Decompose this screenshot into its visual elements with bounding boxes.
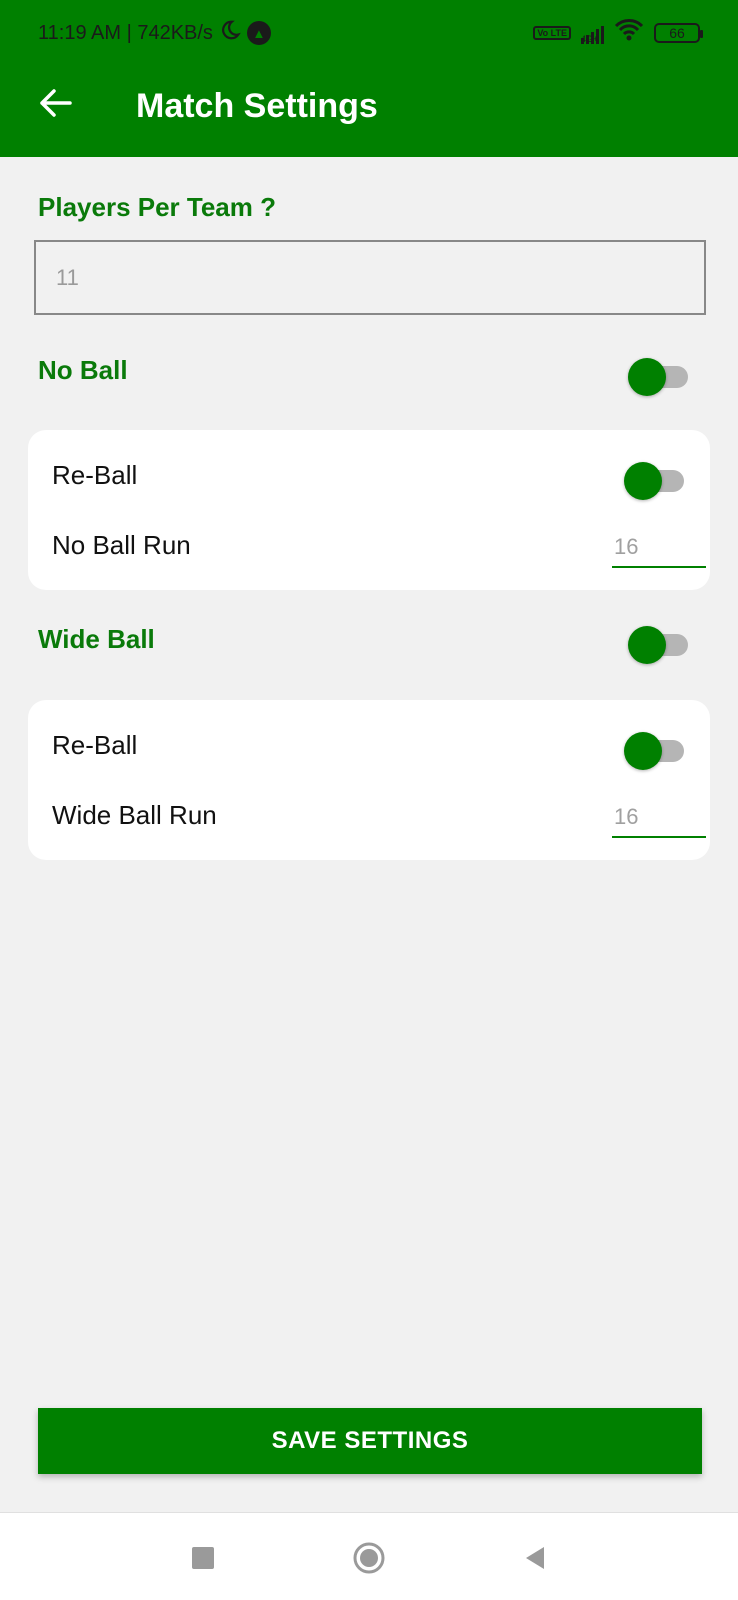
battery-level: 66 (669, 25, 685, 41)
status-right: Vo LTE 4G+ 66 (533, 18, 703, 48)
status-time-speed: 11:19 AM | 742KB/s (38, 21, 213, 44)
save-settings-button[interactable]: SAVE SETTINGS (38, 1408, 702, 1474)
wide-ball-options-card: Re-Ball Wide Ball Run 16 (28, 700, 710, 860)
status-left: 11:19 AM | 742KB/s ▲ (38, 19, 271, 47)
network-type: 4G+ (581, 34, 599, 44)
app-notification-icon: ▲ (246, 21, 271, 45)
wide-ball-run-input[interactable]: 16 (612, 796, 706, 838)
back-arrow-icon[interactable] (36, 84, 74, 122)
system-nav-bar (0, 1512, 738, 1600)
battery-icon: 66 (654, 23, 703, 43)
wide-ball-run-label: Wide Ball Run (52, 800, 217, 830)
players-per-team-label: Players Per Team ? (38, 192, 276, 222)
back-triangle-icon[interactable] (518, 1541, 552, 1575)
moon-icon (219, 19, 241, 47)
no-ball-reball-toggle[interactable] (624, 460, 686, 500)
wide-ball-reball-toggle[interactable] (624, 730, 686, 770)
no-ball-toggle[interactable] (628, 356, 690, 396)
toggle-thumb (624, 732, 662, 770)
wide-ball-label: Wide Ball (38, 624, 155, 654)
toggle-thumb (628, 358, 666, 396)
wide-ball-toggle[interactable] (628, 624, 690, 664)
no-ball-run-label: No Ball Run (52, 530, 191, 560)
no-ball-reball-label: Re-Ball (52, 460, 138, 490)
toggle-thumb (624, 462, 662, 500)
wide-ball-reball-label: Re-Ball (52, 730, 138, 760)
status-bar: 11:19 AM | 742KB/s ▲ Vo LTE 4G+ 66 (38, 18, 703, 48)
recents-square-icon[interactable] (186, 1541, 220, 1575)
wide-ball-run-placeholder: 16 (614, 804, 639, 829)
signal-icon: 4G+ (581, 22, 604, 44)
no-ball-run-input[interactable]: 16 (612, 526, 706, 568)
wifi-icon (614, 18, 644, 48)
no-ball-label: No Ball (38, 355, 128, 385)
home-circle-icon[interactable] (352, 1541, 386, 1575)
app-bar: 11:19 AM | 742KB/s ▲ Vo LTE 4G+ 66 Match… (0, 0, 738, 157)
no-ball-run-placeholder: 16 (614, 534, 639, 559)
toggle-thumb (628, 626, 666, 664)
no-ball-options-card: Re-Ball No Ball Run 16 (28, 430, 710, 590)
page-title: Match Settings (136, 87, 378, 125)
players-per-team-input[interactable]: 11 (34, 240, 706, 315)
players-per-team-value: 11 (56, 264, 79, 290)
volte-icon: Vo LTE (533, 26, 571, 40)
